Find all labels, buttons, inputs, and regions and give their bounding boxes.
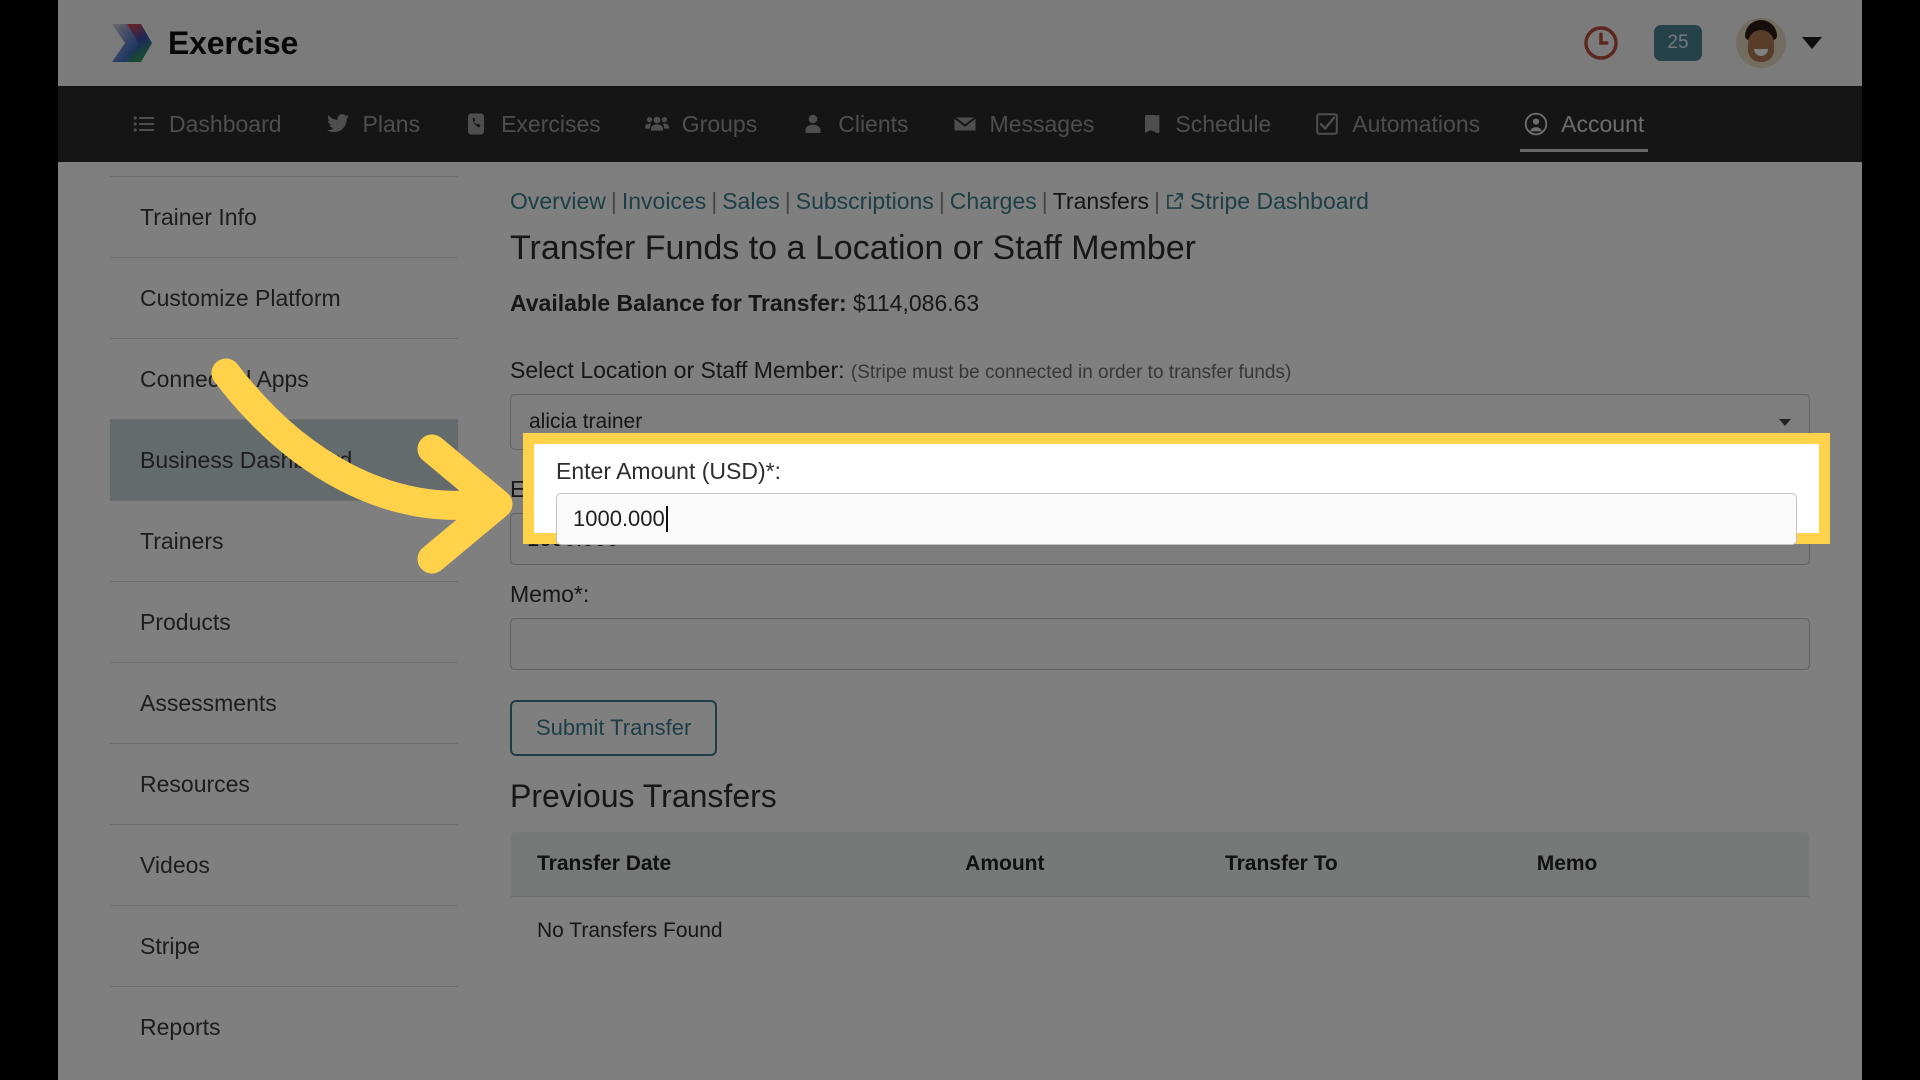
nav-item-account[interactable]: Account xyxy=(1502,86,1666,162)
column-amount: Amount xyxy=(939,832,1199,897)
nav-item-messages[interactable]: Messages xyxy=(931,86,1117,162)
no-transfers-found-message: No Transfers Found xyxy=(511,896,1809,965)
nav-item-dashboard[interactable]: Dashboard xyxy=(110,86,304,162)
text-cursor xyxy=(665,506,668,532)
available-balance: Available Balance for Transfer: $114,086… xyxy=(510,290,1810,317)
table-header-row: Transfer Date Amount Transfer To Memo xyxy=(511,832,1809,897)
memo-label: Memo*: xyxy=(510,581,590,607)
previous-transfers-title: Previous Transfers xyxy=(510,778,777,814)
breadcrumb-separator: | xyxy=(1154,188,1160,214)
breadcrumb-separator: | xyxy=(711,188,718,214)
chevron-down-icon[interactable] xyxy=(1802,37,1822,49)
nav-label: Groups xyxy=(681,110,758,137)
avatar[interactable] xyxy=(1736,18,1786,68)
nav-label: Exercises xyxy=(501,110,601,137)
previous-transfers-table: Transfer Date Amount Transfer To Memo No… xyxy=(510,831,1810,966)
breadcrumb-link-invoices[interactable]: Invoices xyxy=(622,188,706,214)
avatar-face xyxy=(1748,30,1774,62)
amount-field-highlight-inner: Enter Amount (USD)*: 1000.000 xyxy=(534,444,1819,545)
breadcrumb-separator: | xyxy=(1041,188,1048,214)
clock-icon[interactable] xyxy=(1582,24,1620,62)
table-row-empty: No Transfers Found xyxy=(511,896,1809,965)
page-title: Transfer Funds to a Location or Staff Me… xyxy=(510,229,1196,267)
check-box-icon xyxy=(1316,113,1339,135)
nav-label: Messages xyxy=(989,110,1095,137)
select-location-label: Select Location or Staff Member: (Stripe… xyxy=(510,357,1810,384)
envelope-icon xyxy=(953,116,976,131)
sidebar-item-products[interactable]: Products xyxy=(110,581,458,662)
amount-input-value-highlighted: 1000.000 xyxy=(573,506,665,531)
people-icon xyxy=(644,116,669,131)
phone-icon xyxy=(468,113,485,135)
breadcrumb-link-charges[interactable]: Charges xyxy=(950,188,1037,214)
sidebar-item-connected-apps[interactable]: Connected Apps xyxy=(110,338,458,419)
nav-item-schedule[interactable]: Schedule xyxy=(1116,86,1293,162)
nav-label: Clients xyxy=(838,110,909,137)
breadcrumb: Overview | Invoices | Sales | Subscriptions | Ch… xyxy=(510,188,1810,215)
sidebar-item-reports[interactable]: Reports xyxy=(110,986,458,1067)
person-icon xyxy=(805,114,821,133)
sidebar-item-stripe[interactable]: Stripe xyxy=(110,905,458,986)
bird-icon xyxy=(326,114,349,133)
top-header-bar: Exercise 25 xyxy=(58,0,1862,86)
breadcrumb-separator: | xyxy=(610,188,617,214)
nav-label: Dashboard xyxy=(169,110,282,137)
account-menu[interactable] xyxy=(1736,18,1822,68)
main-navigation: Dashboard Plans Exercises Groups Clients… xyxy=(58,86,1862,162)
amount-label-highlighted: Enter Amount (USD)*: xyxy=(556,458,781,484)
screenshot-stage: Exercise 25 Dashboard Plans Exercises Gr… xyxy=(0,0,1920,1080)
column-transfer-to: Transfer To xyxy=(1198,832,1511,897)
available-balance-label: Available Balance for Transfer: xyxy=(510,290,847,316)
page-body: Trainer Info Customize Platform Connecte… xyxy=(58,162,1862,1067)
sidebar-item-customize-platform[interactable]: Customize Platform xyxy=(110,257,458,338)
breadcrumb-link-sales[interactable]: Sales xyxy=(722,188,780,214)
amount-input-highlighted[interactable]: 1000.000 xyxy=(556,493,1797,545)
list-icon xyxy=(133,116,154,132)
submit-transfer-button[interactable]: Submit Transfer xyxy=(510,700,718,756)
sidebar-item-trainer-info[interactable]: Trainer Info xyxy=(110,176,458,257)
main-content: Overview | Invoices | Sales | Subscriptions | Ch… xyxy=(458,162,1862,966)
sidebar-item-resources[interactable]: Resources xyxy=(110,743,458,824)
column-memo: Memo xyxy=(1510,832,1809,897)
brand[interactable]: Exercise xyxy=(110,21,298,65)
sidebar-item-business-dashboard[interactable]: Business Dashboard xyxy=(110,419,458,500)
sidebar-item-trainers[interactable]: Trainers xyxy=(110,500,458,581)
notification-count-badge[interactable]: 25 xyxy=(1654,25,1702,61)
breadcrumb-separator: | xyxy=(784,188,791,214)
memo-block: Memo*: xyxy=(510,581,1810,670)
breadcrumb-link-stripe-dashboard[interactable]: Stripe Dashboard xyxy=(1190,188,1369,214)
nav-label: Account xyxy=(1561,110,1645,137)
account-sidebar: Trainer Info Customize Platform Connecte… xyxy=(58,162,458,1067)
nav-label: Plans xyxy=(362,110,421,137)
nav-label: Automations xyxy=(1352,110,1481,137)
nav-item-groups[interactable]: Groups xyxy=(623,86,779,162)
breadcrumb-current-transfers: Transfers xyxy=(1052,188,1149,214)
user-circle-icon xyxy=(1524,112,1548,136)
brand-name: Exercise xyxy=(168,24,299,61)
select-location-hint: (Stripe must be connected in order to tr… xyxy=(850,362,1292,383)
nav-item-plans[interactable]: Plans xyxy=(304,86,443,162)
breadcrumb-link-subscriptions[interactable]: Subscriptions xyxy=(796,188,934,214)
select-location-label-text: Select Location or Staff Member: xyxy=(510,357,845,383)
nav-item-clients[interactable]: Clients xyxy=(779,86,930,162)
nav-item-exercises[interactable]: Exercises xyxy=(442,86,623,162)
sidebar-item-videos[interactable]: Videos xyxy=(110,824,458,905)
breadcrumb-separator: | xyxy=(938,188,945,214)
nav-item-automations[interactable]: Automations xyxy=(1293,86,1502,162)
external-link-icon xyxy=(1167,193,1183,209)
available-balance-value: $114,086.63 xyxy=(853,290,980,316)
column-transfer-date: Transfer Date xyxy=(511,832,940,897)
location-staff-select-value: alicia trainer xyxy=(529,410,643,433)
nav-label: Schedule xyxy=(1175,110,1272,137)
header-actions: 25 xyxy=(1582,18,1822,68)
amount-field-highlight: Enter Amount (USD)*: 1000.000 xyxy=(523,433,1830,545)
memo-input[interactable] xyxy=(510,618,1810,670)
caret-down-icon xyxy=(1779,418,1791,426)
breadcrumb-link-overview[interactable]: Overview xyxy=(510,188,606,214)
book-icon xyxy=(1143,115,1160,133)
sidebar-item-assessments[interactable]: Assessments xyxy=(110,662,458,743)
chevron-stack-logo-icon xyxy=(112,24,152,62)
